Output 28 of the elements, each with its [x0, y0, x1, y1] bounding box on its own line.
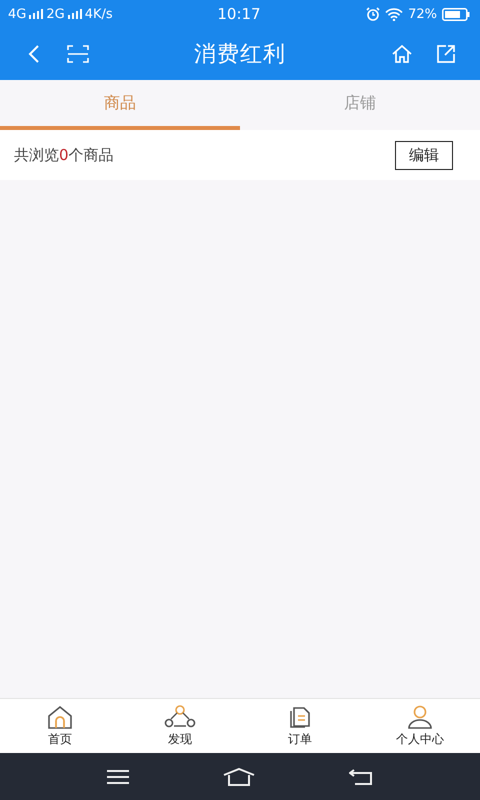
home-icon[interactable] — [223, 768, 255, 786]
nav-item[interactable]: 订单 — [240, 699, 360, 753]
browse-summary: 共浏览0个商品 — [14, 146, 114, 164]
wifi-icon — [385, 8, 404, 20]
battery-icon — [442, 8, 470, 20]
page-title: 消费红利 — [193, 41, 287, 69]
edit-button[interactable]: 编辑 — [395, 140, 453, 170]
back-icon — [28, 44, 40, 64]
battery-level: 72% — [408, 6, 437, 22]
scan-icon — [67, 44, 89, 64]
nav-item[interactable]: 首页 — [0, 699, 120, 753]
network-label: 4G — [8, 6, 26, 22]
document-icon — [288, 704, 312, 728]
status-time: 10:17 — [217, 5, 261, 23]
network-speed: 4K/s — [84, 6, 113, 22]
share-icon — [436, 44, 456, 64]
nav-item[interactable]: 发现 — [120, 699, 240, 753]
person-icon — [407, 704, 433, 728]
nav-item[interactable]: 个人中心 — [360, 699, 480, 753]
home-icon — [391, 44, 413, 64]
people-icon — [164, 704, 196, 728]
back-icon[interactable] — [349, 768, 373, 784]
signal-icon — [68, 9, 82, 19]
menu-icon[interactable] — [107, 768, 129, 784]
network-label: 2G — [46, 6, 65, 22]
alarm-icon — [366, 7, 380, 21]
home-icon — [47, 704, 73, 728]
signal-icon — [29, 9, 44, 19]
